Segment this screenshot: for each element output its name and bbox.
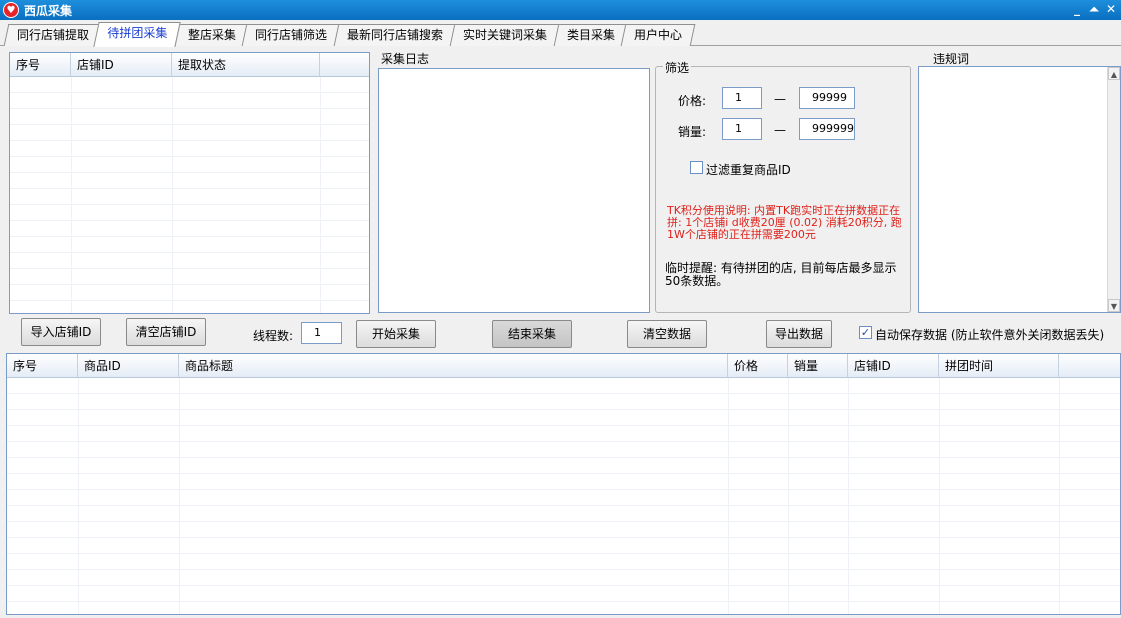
import-shop-id-button[interactable]: 导入店铺ID	[21, 318, 101, 346]
empty-row	[7, 522, 1120, 538]
empty-row	[10, 173, 369, 189]
watermelon-logo-icon: ♥	[3, 2, 19, 18]
empty-row	[10, 205, 369, 221]
empty-row	[10, 301, 369, 313]
start-collect-button[interactable]: 开始采集	[356, 320, 436, 348]
tab-whole-shop-collect[interactable]: 整店采集	[174, 24, 250, 46]
price-max-input[interactable]: 99999	[799, 87, 855, 109]
empty-row	[10, 77, 369, 93]
reminder-note: 临时提醒: 有待拼团的店, 目前每店最多显示50条数据。	[665, 261, 897, 288]
tab-realtime-keyword-collect[interactable]: 实时关键词采集	[449, 24, 561, 46]
empty-row	[7, 426, 1120, 442]
empty-row	[10, 253, 369, 269]
empty-row	[10, 141, 369, 157]
empty-row	[7, 442, 1120, 458]
price-label: 价格:	[678, 94, 707, 108]
column-header[interactable]: 商品标题	[179, 354, 728, 378]
minimize-button[interactable]: _	[1070, 2, 1084, 16]
column-header[interactable]: 拼团时间	[939, 354, 1059, 378]
sales-dash: —	[774, 123, 786, 137]
empty-row	[7, 586, 1120, 602]
tab-label: 最新同行店铺搜索	[347, 28, 444, 42]
window-title: 西瓜采集	[24, 4, 73, 18]
stop-collect-button[interactable]: 结束采集	[492, 320, 572, 348]
column-header[interactable]: 价格	[728, 354, 788, 378]
empty-row	[7, 490, 1120, 506]
tab-label: 类目采集	[567, 28, 616, 42]
empty-row	[7, 394, 1120, 410]
empty-row	[10, 237, 369, 253]
tab-latest-peer-shop-search[interactable]: 最新同行店铺搜索	[333, 24, 457, 46]
scroll-down-icon[interactable]: ▼	[1108, 299, 1120, 312]
tab-category-collect[interactable]: 类目采集	[553, 24, 629, 46]
tab-peer-shop-extract[interactable]: 同行店铺提取	[3, 24, 103, 46]
column-header[interactable]: 提取状态	[172, 53, 320, 77]
log-label: 采集日志	[381, 52, 430, 66]
log-textarea[interactable]	[378, 68, 650, 313]
sales-max-input[interactable]: 999999	[799, 118, 855, 140]
empty-row	[10, 93, 369, 109]
empty-row	[10, 189, 369, 205]
banned-words-label: 违规词	[933, 52, 970, 66]
maximize-button[interactable]: ⏶	[1087, 2, 1101, 16]
empty-row	[10, 285, 369, 301]
goods-table-header: 序号 商品ID 商品标题 价格 销量 店铺ID 拼团时间	[7, 354, 1120, 378]
sales-min-input[interactable]: 1	[722, 118, 762, 140]
column-header-empty	[320, 53, 369, 77]
empty-row	[10, 125, 369, 141]
export-data-button[interactable]: 导出数据	[766, 320, 832, 348]
clear-shop-id-button[interactable]: 清空店铺ID	[126, 318, 206, 346]
tab-label: 实时关键词采集	[463, 28, 548, 42]
empty-row	[10, 109, 369, 125]
empty-row	[10, 157, 369, 173]
column-header[interactable]: 销量	[788, 354, 848, 378]
empty-row	[7, 538, 1120, 554]
autosave-label: 自动保存数据 (防止软件意外关闭数据丢失)	[875, 328, 1105, 342]
price-min-input[interactable]: 1	[722, 87, 762, 109]
filter-group-title: 筛选	[663, 59, 692, 76]
column-header[interactable]: 序号	[7, 354, 78, 378]
empty-row	[10, 221, 369, 237]
shop-table[interactable]: 序号 店铺ID 提取状态	[9, 52, 370, 314]
column-header[interactable]: 商品ID	[78, 354, 179, 378]
empty-row	[7, 570, 1120, 586]
sales-label: 销量:	[678, 125, 707, 139]
empty-row	[7, 410, 1120, 426]
tab-label: 同行店铺提取	[17, 28, 90, 42]
empty-row	[7, 458, 1120, 474]
empty-row	[10, 269, 369, 285]
tab-bar: 同行店铺提取 待拼团采集 整店采集 同行店铺筛选 最新同行店铺搜索 实时关键词采…	[0, 20, 1121, 47]
tab-label: 用户中心	[634, 28, 683, 42]
empty-row	[7, 378, 1120, 394]
threads-label: 线程数:	[253, 329, 294, 343]
empty-row	[7, 602, 1120, 614]
threads-input[interactable]: 1	[301, 322, 342, 344]
tk-points-note: TK积分使用说明: 内置TK跑实时正在拼数据正在拼: 1个店铺i d收费20厘 …	[667, 204, 902, 241]
clear-data-button[interactable]: 清空数据	[627, 320, 707, 348]
tab-peer-shop-filter[interactable]: 同行店铺筛选	[241, 24, 341, 46]
close-button[interactable]: ✕	[1104, 2, 1118, 16]
shop-table-header: 序号 店铺ID 提取状态	[10, 53, 369, 77]
empty-row	[7, 506, 1120, 522]
column-header[interactable]: 序号	[10, 53, 71, 77]
tab-label: 整店采集	[188, 28, 237, 42]
tab-label: 同行店铺筛选	[255, 28, 328, 42]
tab-label: 待拼团采集	[107, 26, 168, 40]
price-dash: —	[774, 92, 786, 106]
title-bar: ♥ 西瓜采集 _ ⏶ ✕	[0, 0, 1121, 20]
column-header[interactable]: 店铺ID	[71, 53, 172, 77]
dedup-label: 过滤重复商品ID	[706, 163, 791, 177]
tab-user-center[interactable]: 用户中心	[620, 24, 696, 46]
scroll-up-icon[interactable]: ▲	[1108, 67, 1120, 80]
autosave-checkbox[interactable]: ✓	[859, 326, 872, 339]
column-header-empty	[1059, 354, 1120, 378]
empty-row	[7, 474, 1120, 490]
banned-words-scrollbar[interactable]: ▲ ▼	[1107, 67, 1120, 312]
dedup-checkbox[interactable]	[690, 161, 703, 174]
tab-pending-group-collect[interactable]: 待拼团采集	[93, 22, 181, 47]
column-header[interactable]: 店铺ID	[848, 354, 939, 378]
banned-words-textarea[interactable]: ▲ ▼	[918, 66, 1121, 313]
empty-row	[7, 554, 1120, 570]
goods-table[interactable]: 序号 商品ID 商品标题 价格 销量 店铺ID 拼团时间	[6, 353, 1121, 615]
